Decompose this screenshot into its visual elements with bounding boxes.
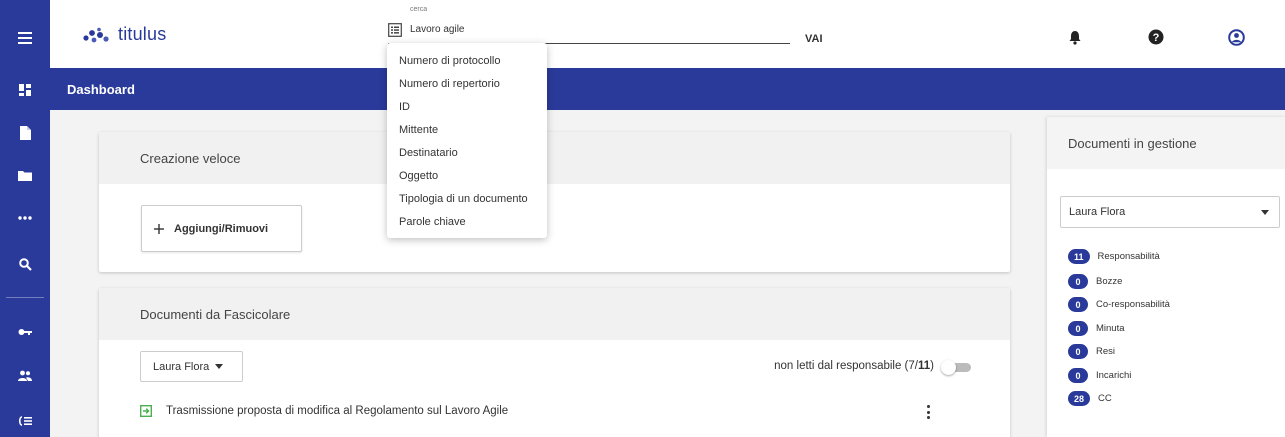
stat-co-responsabilita[interactable]: 0 Co-responsabilità: [1068, 297, 1170, 312]
search-option-destinatario[interactable]: Destinatario: [387, 141, 547, 164]
stat-label: Responsabilità: [1097, 251, 1160, 262]
stat-label: CC: [1098, 393, 1112, 404]
key-icon[interactable]: [0, 314, 50, 350]
unread-filter-label: non letti dal responsabile (7/11): [774, 360, 934, 372]
count-badge: 28: [1068, 391, 1091, 406]
users-icon[interactable]: [0, 357, 50, 393]
stat-label: Bozze: [1096, 276, 1123, 287]
help-icon[interactable]: ?: [1147, 28, 1165, 46]
list-icon[interactable]: [0, 403, 50, 437]
count-badge: 0: [1068, 321, 1088, 336]
managed-documents-panel: Documenti in gestione Laura Flora 11 Res…: [1047, 117, 1285, 437]
quick-create-card: Creazione veloce Aggiungi/Rimuovi: [99, 132, 1010, 272]
managed-user-select[interactable]: Laura Flora: [1060, 196, 1280, 228]
dashboard-icon[interactable]: [0, 72, 50, 108]
stat-label: Incarichi: [1096, 370, 1132, 381]
search-value: Lavoro agile: [410, 24, 465, 35]
count-badge: 11: [1068, 249, 1090, 264]
user-select-button[interactable]: Laura Flora: [140, 351, 243, 382]
rail-divider: [6, 297, 44, 298]
search-label: cerca: [410, 6, 428, 13]
caret-down-icon: [1261, 210, 1269, 215]
search-type-dropdown: Numero di protocollo Numero di repertori…: [387, 43, 547, 238]
page-title: Dashboard: [67, 82, 135, 97]
unread-toggle[interactable]: [941, 360, 971, 375]
document-title: Trasmissione proposta di modifica al Reg…: [166, 405, 509, 417]
search-icon[interactable]: [0, 246, 50, 282]
top-header: titulus cerca Lavoro agile VAI ?: [50, 0, 1285, 68]
stat-label: Minuta: [1096, 323, 1125, 334]
add-remove-label: Aggiungi/Rimuovi: [174, 222, 269, 235]
stat-label: Resi: [1096, 346, 1116, 357]
stat-cc[interactable]: 28 CC: [1068, 391, 1112, 406]
svg-text:?: ?: [1153, 32, 1160, 44]
stat-minuta[interactable]: 0 Minuta: [1068, 321, 1125, 336]
search-input[interactable]: Lavoro agile: [388, 16, 790, 44]
list-item[interactable]: Trasmissione proposta di modifica al Reg…: [140, 405, 508, 417]
count-badge: 0: [1068, 368, 1088, 383]
page-header-band: Dashboard: [50, 68, 1285, 110]
search-option-tipologia[interactable]: Tipologia di un documento: [387, 187, 547, 210]
stat-responsabilita[interactable]: 11 Responsabilità: [1068, 249, 1160, 264]
side-rail: [0, 0, 50, 437]
caret-down-icon: [215, 364, 224, 369]
managed-documents-title: Documenti in gestione: [1047, 117, 1285, 169]
search-option-numero-repertorio[interactable]: Numero di repertorio: [387, 72, 547, 95]
search-option-id[interactable]: ID: [387, 95, 547, 118]
quick-create-title: Creazione veloce: [99, 132, 1010, 184]
add-remove-button[interactable]: Aggiungi/Rimuovi: [141, 205, 302, 252]
managed-user-label: Laura Flora: [1069, 206, 1126, 218]
search-submit-button[interactable]: VAI: [805, 33, 823, 45]
bell-icon[interactable]: [1066, 28, 1084, 46]
documents-card-title: Documenti da Fascicolare: [99, 288, 1010, 340]
count-badge: 0: [1068, 344, 1088, 359]
search-option-oggetto[interactable]: Oggetto: [387, 164, 547, 187]
logo-icon: [83, 27, 109, 42]
menu-icon[interactable]: [0, 20, 50, 56]
app-logo[interactable]: titulus: [82, 24, 166, 45]
count-badge: 0: [1068, 274, 1088, 289]
search-option-numero-protocollo[interactable]: Numero di protocollo: [387, 49, 547, 72]
document-icon[interactable]: [0, 115, 50, 151]
count-badge: 0: [1068, 297, 1088, 312]
stat-resi[interactable]: 0 Resi: [1068, 344, 1115, 359]
app-name: titulus: [118, 24, 167, 44]
search-type-icon[interactable]: [388, 22, 402, 37]
stat-bozze[interactable]: 0 Bozze: [1068, 274, 1122, 289]
stat-label: Co-responsabilità: [1096, 299, 1170, 310]
search-box: cerca Lavoro agile: [388, 6, 790, 44]
folder-icon[interactable]: [0, 157, 50, 193]
account-icon[interactable]: [1227, 28, 1245, 46]
search-option-mittente[interactable]: Mittente: [387, 118, 547, 141]
documents-to-file-card: Documenti da Fascicolare Laura Flora non…: [99, 288, 1010, 437]
user-select-label: Laura Flora: [153, 360, 210, 373]
more-vert-icon[interactable]: [925, 403, 931, 421]
plus-icon: [154, 223, 164, 234]
more-icon[interactable]: [0, 200, 50, 236]
stat-incarichi[interactable]: 0 Incarichi: [1068, 368, 1131, 383]
file-in-icon: [140, 405, 152, 417]
search-option-parole-chiave[interactable]: Parole chiave: [387, 210, 547, 233]
